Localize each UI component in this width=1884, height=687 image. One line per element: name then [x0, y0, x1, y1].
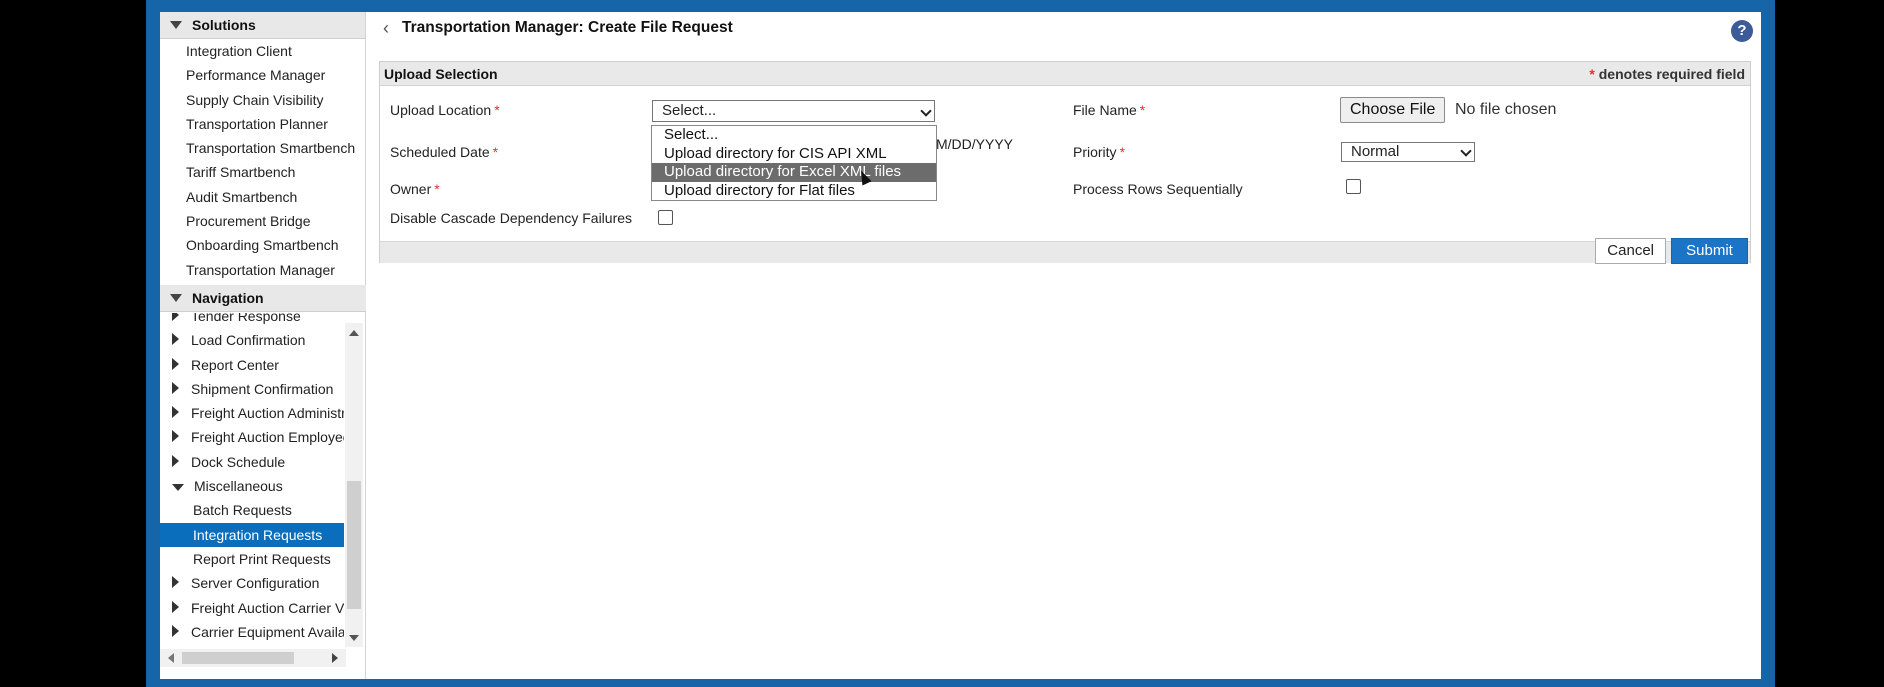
priority-label: Priority *: [1073, 144, 1126, 160]
nav-horizontal-scrollbar[interactable]: [160, 649, 346, 667]
disable-cascade-label: Disable Cascade Dependency Failures: [390, 210, 633, 226]
main-content: ‹ Transportation Manager: Create File Re…: [377, 12, 1761, 679]
owner-label: Owner *: [390, 181, 440, 197]
required-note: * denotes required field: [1589, 66, 1745, 82]
nav-item-integration-requests[interactable]: Integration Requests: [160, 522, 344, 547]
help-icon[interactable]: ?: [1731, 20, 1753, 42]
solution-item[interactable]: Procurement Bridge: [160, 209, 365, 233]
dropdown-option[interactable]: Upload directory for CIS API XML: [652, 145, 936, 164]
collapse-icon: [170, 294, 182, 302]
disable-cascade-checkbox[interactable]: [658, 210, 673, 225]
scroll-thumb[interactable]: [182, 652, 294, 664]
collapse-icon: [170, 21, 182, 29]
solutions-list: Integration Client Performance Manager S…: [160, 39, 365, 282]
scroll-left-icon[interactable]: [168, 653, 174, 663]
upload-selection-panel: Upload Selection * denotes required fiel…: [379, 61, 1751, 264]
chevron-down-icon: [1460, 145, 1472, 157]
nav-item-batch-requests[interactable]: Batch Requests: [160, 498, 344, 522]
scheduled-date-label: Scheduled Date *: [390, 144, 499, 160]
expand-icon: [172, 624, 179, 637]
process-rows-label: Process Rows Sequentially: [1073, 181, 1243, 197]
scroll-right-icon[interactable]: [332, 653, 338, 663]
collapse-icon: [172, 484, 184, 492]
nav-item[interactable]: Freight Auction Carrier V: [160, 596, 344, 620]
nav-item-miscellaneous[interactable]: Miscellaneous: [160, 474, 344, 498]
no-file-text: No file chosen: [1455, 101, 1557, 118]
button-bar: Cancel Submit: [380, 238, 1750, 264]
solutions-header[interactable]: Solutions: [160, 12, 365, 39]
panel-title: Upload Selection: [384, 66, 498, 82]
scroll-thumb[interactable]: [347, 481, 361, 609]
app-window: Solutions Integration Client Performance…: [160, 12, 1761, 679]
expand-icon: [172, 313, 179, 321]
choose-file-button[interactable]: Choose File: [1340, 97, 1446, 123]
expand-icon: [172, 430, 179, 443]
expand-icon: [172, 406, 179, 419]
dropdown-option[interactable]: Select...: [652, 126, 936, 145]
nav-item[interactable]: Dock Schedule: [160, 450, 344, 474]
nav-item[interactable]: Freight Auction Employee: [160, 425, 344, 449]
solution-item[interactable]: Tariff Smartbench: [160, 160, 365, 184]
expand-icon: [172, 454, 179, 467]
nav-item[interactable]: Shipment Confirmation: [160, 377, 344, 401]
upload-location-label: Upload Location *: [390, 102, 500, 118]
chevron-down-icon: [920, 105, 932, 117]
expand-icon: [172, 357, 179, 370]
nav-item[interactable]: Server Configuration: [160, 571, 344, 595]
sidebar: Solutions Integration Client Performance…: [160, 12, 366, 679]
solution-item[interactable]: Transportation Planner: [160, 112, 365, 136]
navigation-title: Navigation: [192, 290, 264, 306]
solution-item[interactable]: Audit Smartbench: [160, 185, 365, 209]
solution-item[interactable]: Transportation Manager: [160, 258, 365, 282]
date-format-hint: M/DD/YYYY: [936, 136, 1014, 152]
expand-icon: [172, 381, 179, 394]
solution-item[interactable]: Transportation Smartbench: [160, 136, 365, 160]
nav-item[interactable]: Load Confirmation: [160, 328, 344, 352]
solutions-title: Solutions: [192, 17, 256, 33]
nav-item[interactable]: Freight Auction Administr: [160, 401, 344, 425]
cancel-button[interactable]: Cancel: [1595, 238, 1666, 264]
upload-location-dropdown-list: Select... Upload directory for CIS API X…: [651, 125, 937, 201]
scroll-down-icon[interactable]: [349, 635, 359, 641]
priority-select[interactable]: Normal: [1341, 142, 1475, 162]
navigation-tree: Tender Response Load Confirmation Report…: [160, 313, 366, 653]
scroll-up-icon[interactable]: [349, 330, 359, 336]
panel-header: Upload Selection * denotes required fiel…: [380, 62, 1750, 86]
nav-item[interactable]: Report Center: [160, 353, 344, 377]
process-rows-checkbox[interactable]: [1346, 179, 1361, 194]
nav-item[interactable]: Tender Response: [160, 313, 344, 328]
solution-item[interactable]: Integration Client: [160, 39, 365, 63]
dropdown-option-highlighted[interactable]: Upload directory for Excel XML files: [652, 163, 936, 182]
dropdown-option[interactable]: Upload directory for Flat files: [652, 182, 936, 201]
submit-button[interactable]: Submit: [1671, 238, 1748, 264]
expand-icon: [172, 576, 179, 589]
back-chevron-icon[interactable]: ‹: [383, 18, 399, 38]
expand-icon: [172, 600, 179, 613]
expand-icon: [172, 333, 179, 346]
solution-item[interactable]: Onboarding Smartbench: [160, 233, 365, 257]
upload-location-select[interactable]: Select...: [652, 100, 935, 122]
navigation-header[interactable]: Navigation: [160, 285, 366, 312]
nav-item-report-print-requests[interactable]: Report Print Requests: [160, 547, 344, 571]
solution-item[interactable]: Performance Manager: [160, 63, 365, 87]
file-name-label: File Name *: [1073, 102, 1146, 118]
nav-item[interactable]: Carrier Equipment Availa: [160, 620, 344, 644]
nav-vertical-scrollbar[interactable]: [345, 323, 363, 647]
page-title: Transportation Manager: Create File Requ…: [402, 19, 733, 36]
solution-item[interactable]: Supply Chain Visibility: [160, 88, 365, 112]
